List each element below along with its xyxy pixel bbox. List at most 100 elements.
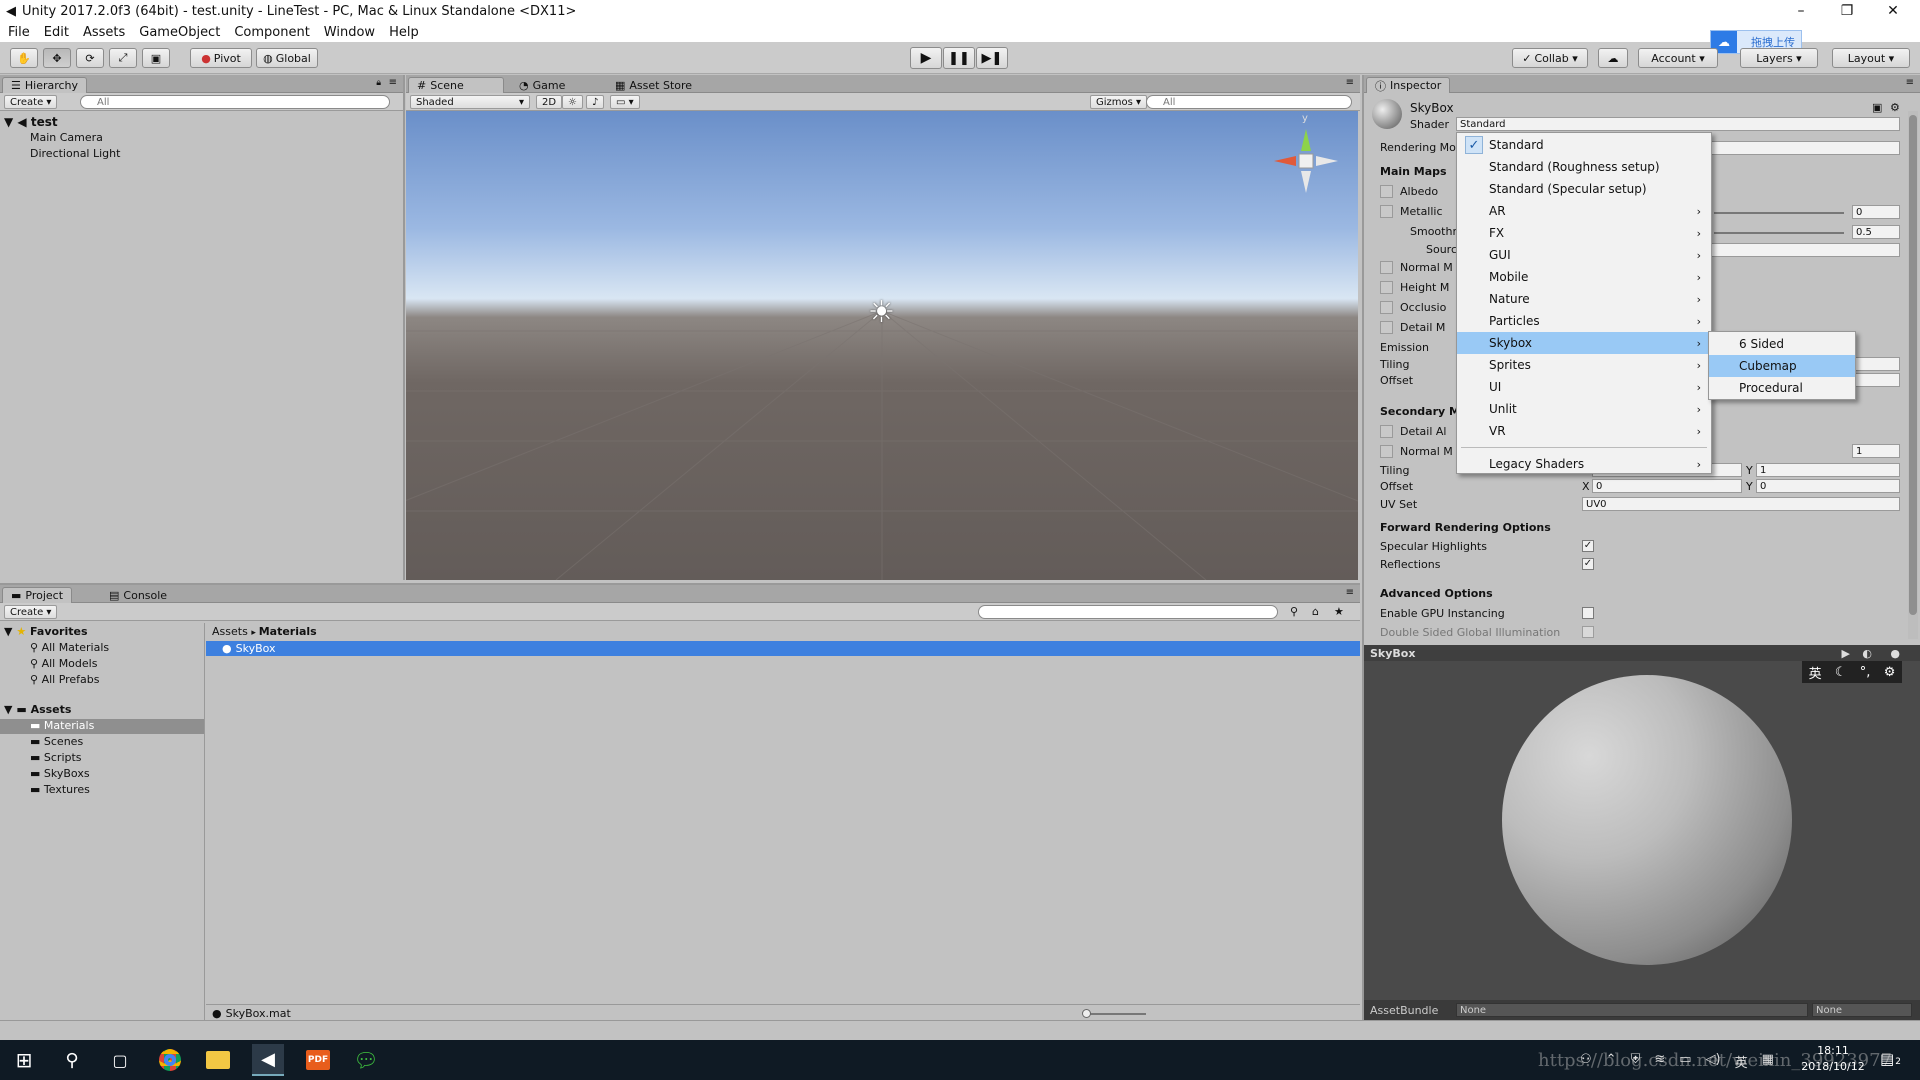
albedo-slot[interactable]	[1380, 185, 1393, 198]
wechat-taskbar-button[interactable]: 💬︎	[350, 1044, 382, 1076]
normal-map-slot[interactable]	[1380, 261, 1393, 274]
volume-icon[interactable]: ◁)	[1706, 1052, 1721, 1071]
battery-icon[interactable]: ▭	[1679, 1052, 1691, 1071]
slider-thumb[interactable]	[1082, 1009, 1091, 1018]
shader-menu-item[interactable]: Standard (Specular setup)	[1457, 178, 1711, 200]
project-create-button[interactable]: Create ▾	[4, 605, 58, 619]
detail-mask-slot[interactable]	[1380, 321, 1393, 334]
panel-menu-icon[interactable]: ≡	[389, 77, 397, 88]
tab-project[interactable]: ▬ Project	[2, 587, 73, 603]
move-tool-button[interactable]: ✥	[43, 48, 71, 68]
submenu-item-procedural[interactable]: Procedural	[1709, 377, 1855, 399]
shader-menu-item[interactable]: Unlit ›	[1457, 398, 1711, 420]
shader-dropdown[interactable]: Standard	[1456, 117, 1900, 131]
layers-button[interactable]: Layers ▾	[1740, 48, 1818, 68]
gizmos-dropdown[interactable]: Gizmos ▾	[1090, 95, 1148, 109]
scene-root[interactable]: ▼ ◀ test	[4, 115, 58, 129]
search-button[interactable]: ⚲	[56, 1044, 88, 1076]
detail-albedo-slot[interactable]	[1380, 425, 1393, 438]
audio-toggle[interactable]: ♪	[586, 95, 605, 109]
favorite-all-models[interactable]: ⚲ All Models	[30, 657, 97, 670]
windows-start-button[interactable]: ⊞	[8, 1044, 40, 1076]
star-icon[interactable]: ★	[1334, 605, 1344, 618]
light-toggle-icon[interactable]: ◐	[1862, 647, 1872, 660]
tab-scene[interactable]: # Scene	[408, 77, 504, 93]
rendering-mode-dropdown[interactable]	[1710, 141, 1900, 155]
chevron-up-icon[interactable]: ⌃	[1606, 1052, 1617, 1071]
rect-tool-button[interactable]: ▣	[142, 48, 170, 68]
shader-menu-item[interactable]: AR ›	[1457, 200, 1711, 222]
preview-sphere[interactable]	[1502, 675, 1792, 965]
folder-scripts[interactable]: ▬ Scripts	[30, 751, 82, 764]
shader-menu-item[interactable]: Standard (Roughness setup)	[1457, 156, 1711, 178]
submenu-item-cubemap[interactable]: Cubemap	[1709, 355, 1855, 377]
unity-taskbar-button[interactable]: ◀	[252, 1044, 284, 1076]
folder-skyboxs[interactable]: ▬ SkyBoxs	[30, 767, 90, 780]
rotate-tool-button[interactable]: ⟳	[76, 48, 104, 68]
tab-asset-store[interactable]: ▦ Asset Store	[606, 77, 701, 93]
project-search-input[interactable]	[978, 605, 1278, 619]
shield-icon[interactable]: ⛨	[1631, 1052, 1641, 1071]
shader-menu-item[interactable]: GUI ›	[1457, 244, 1711, 266]
inspector-scrollbar[interactable]	[1908, 111, 1918, 639]
source-dropdown[interactable]	[1710, 243, 1900, 257]
hierarchy-create-button[interactable]: Create ▾	[4, 95, 58, 109]
shader-menu-item[interactable]: Mobile ›	[1457, 266, 1711, 288]
favorites-header[interactable]: ▼ ★ Favorites	[4, 625, 88, 638]
tab-hierarchy[interactable]: ☰ Hierarchy	[2, 77, 88, 93]
favorite-all-prefabs[interactable]: ⚲ All Prefabs	[30, 673, 100, 686]
gear-icon[interactable]: ⚙	[1890, 101, 1900, 114]
effects-dropdown[interactable]: ▭ ▾	[610, 95, 640, 109]
menu-component[interactable]: Component	[234, 25, 309, 40]
restore-button[interactable]: ❐	[1824, 0, 1870, 22]
lock-icon[interactable]: 🔒︎	[376, 78, 381, 88]
pause-button[interactable]: ❚❚	[943, 47, 975, 69]
smoothness-slider[interactable]	[1714, 232, 1844, 234]
mode-2d-toggle[interactable]: 2D	[536, 95, 563, 109]
explorer-taskbar-button[interactable]	[202, 1044, 234, 1076]
uv-set-dropdown[interactable]: UV0	[1582, 497, 1900, 511]
ime-indicator[interactable]: 英	[1735, 1052, 1748, 1071]
hierarchy-item-main-camera[interactable]: Main Camera	[30, 131, 103, 144]
metallic-slider[interactable]	[1714, 212, 1844, 214]
collab-button[interactable]: ✓ Collab ▾	[1512, 48, 1588, 68]
menu-assets[interactable]: Assets	[83, 25, 125, 40]
shader-menu-item[interactable]: Particles ›	[1457, 310, 1711, 332]
specular-highlights-checkbox[interactable]: ✓	[1582, 540, 1594, 552]
menu-gameobject[interactable]: GameObject	[139, 25, 220, 40]
metallic-slot[interactable]	[1380, 205, 1393, 218]
assetbundle-dropdown[interactable]: None	[1456, 1003, 1808, 1017]
shader-menu-item[interactable]: Nature ›	[1457, 288, 1711, 310]
tab-game[interactable]: ◔ Game	[510, 77, 574, 93]
shading-mode-dropdown[interactable]: Shaded ▾	[410, 95, 530, 109]
smoothness-value[interactable]: 0.5	[1852, 225, 1900, 239]
close-button[interactable]: ✕	[1870, 0, 1916, 22]
panel-menu-icon[interactable]: ≡	[1906, 77, 1914, 88]
folder-scenes[interactable]: ▬ Scenes	[30, 735, 83, 748]
variant-dropdown[interactable]: None	[1812, 1003, 1912, 1017]
tab-console[interactable]: ▤ Console	[100, 587, 176, 603]
clock[interactable]: 18:11 2018/10/12	[1798, 1043, 1868, 1075]
tab-inspector[interactable]: ⓘ Inspector	[1366, 77, 1451, 93]
panel-menu-icon[interactable]: ≡	[1346, 587, 1354, 598]
lighting-toggle[interactable]: ☼	[562, 95, 583, 109]
global-toggle[interactable]: ◍ Global	[256, 48, 318, 68]
scrollbar-thumb[interactable]	[1909, 115, 1917, 615]
file-row-skybox[interactable]: ● SkyBox	[206, 641, 1360, 656]
chrome-taskbar-button[interactable]	[154, 1044, 186, 1076]
book-icon[interactable]: ▣	[1872, 101, 1882, 114]
height-map-slot[interactable]	[1380, 281, 1393, 294]
occlusion-slot[interactable]	[1380, 301, 1393, 314]
play-button[interactable]: ▶	[910, 47, 942, 69]
metallic-value[interactable]: 0	[1852, 205, 1900, 219]
filter-label-icon[interactable]: ⌂	[1312, 605, 1319, 618]
reflections-checkbox[interactable]: ✓	[1582, 558, 1594, 570]
network-icon[interactable]: ≋	[1654, 1052, 1665, 1071]
double-sided-gi-checkbox[interactable]	[1582, 626, 1594, 638]
cloud-button[interactable]: ☁	[1598, 48, 1628, 68]
layout-button[interactable]: Layout ▾	[1832, 48, 1910, 68]
menu-window[interactable]: Window	[324, 25, 375, 40]
menu-help[interactable]: Help	[389, 25, 419, 40]
ime-toolbar[interactable]: 英 ☾ °, ⚙	[1802, 661, 1902, 683]
shader-menu-item[interactable]: ✓ Standard	[1457, 134, 1711, 156]
